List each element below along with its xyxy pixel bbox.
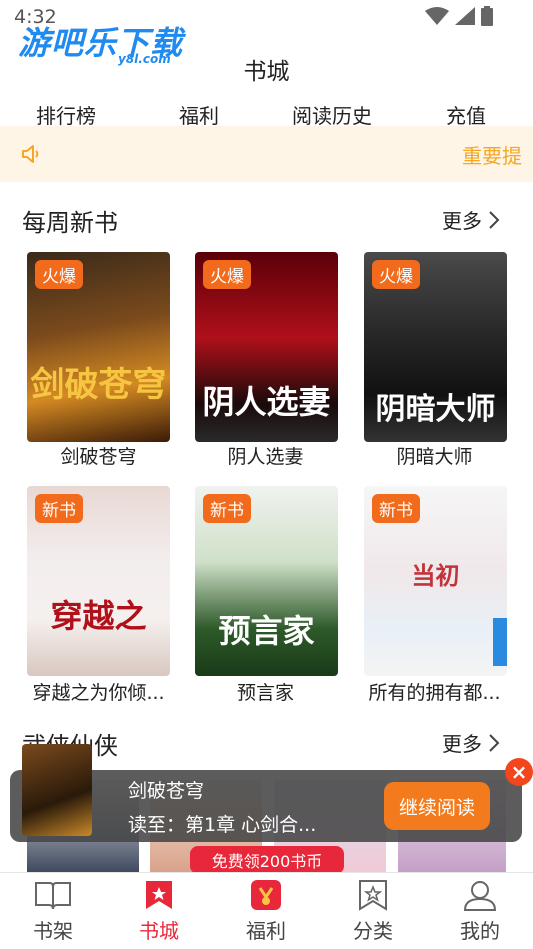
- battery-icon: [481, 6, 493, 26]
- nav-welfare[interactable]: 福利: [179, 100, 219, 129]
- tab-mine[interactable]: 我的: [427, 873, 533, 949]
- book-cover[interactable]: 火爆 剑破苍穹: [27, 252, 170, 442]
- new-badge: 新书: [203, 494, 251, 523]
- tab-bookshelf[interactable]: 书架: [0, 873, 106, 949]
- new-badge: 新书: [35, 494, 83, 523]
- book-cover[interactable]: 新书 穿越之: [27, 486, 170, 676]
- more-weekly-button[interactable]: 更多: [442, 205, 500, 234]
- book-title[interactable]: 阴人选妻: [183, 442, 348, 469]
- tab-welfare[interactable]: 福利: [213, 873, 319, 949]
- cover-title: 预言家: [218, 612, 315, 650]
- book-cover[interactable]: 新书 当初: [364, 486, 507, 676]
- status-icons: [425, 6, 493, 26]
- book-cover[interactable]: 火爆 阴人选妻: [195, 252, 338, 442]
- continue-book-title: 剑破苍穹: [128, 780, 205, 802]
- page-title: 书城: [243, 59, 290, 85]
- section-title-weekly: 每周新书: [22, 209, 118, 237]
- wifi-icon: [425, 7, 449, 25]
- cover-title: 当初: [411, 562, 460, 590]
- book-cover[interactable]: 新书 预言家: [195, 486, 338, 676]
- bottom-tab-bar: 书架 书城 福利 分类 我的: [0, 872, 533, 948]
- book-title[interactable]: 剑破苍穹: [16, 442, 181, 469]
- close-overlay-button[interactable]: ×: [505, 758, 533, 786]
- tab-label: 福利: [246, 919, 286, 943]
- cover-title: 穿越之: [50, 597, 147, 635]
- hot-badge: 火爆: [35, 260, 83, 289]
- tab-label: 书城: [139, 919, 179, 943]
- chevron-right-icon: [489, 733, 500, 752]
- book-title[interactable]: 穿越之为你倾...: [16, 678, 181, 705]
- speaker-icon: [22, 145, 39, 163]
- more-label: 更多: [442, 732, 482, 756]
- tab-label: 书架: [33, 919, 73, 943]
- more-label: 更多: [442, 209, 482, 233]
- bookmark-star-icon: [146, 881, 172, 909]
- book-title[interactable]: 所有的拥有都...: [352, 678, 517, 705]
- continue-progress: 读至：第1章 心剑合...: [128, 814, 317, 836]
- cover-title: 阴暗大师: [375, 392, 496, 427]
- top-nav: 排行榜 福利 阅读历史 充值: [0, 100, 533, 128]
- category-icon: [359, 880, 387, 911]
- chevron-right-icon: [489, 210, 500, 229]
- book-title[interactable]: 阴暗大师: [352, 442, 517, 469]
- tab-label: 我的: [460, 919, 500, 943]
- cover-decoration: [493, 618, 507, 666]
- book-open-icon: [35, 882, 71, 910]
- nav-recharge[interactable]: 充值: [446, 100, 486, 129]
- tab-bookstore[interactable]: 书城: [106, 873, 212, 949]
- book-cover[interactable]: 火爆 阴暗大师: [364, 252, 507, 442]
- free-coins-button[interactable]: 免费领200书币: [190, 846, 344, 874]
- signal-icon: [455, 7, 475, 25]
- user-icon: [463, 881, 497, 911]
- continue-cover[interactable]: [22, 744, 92, 836]
- nav-history[interactable]: 阅读历史: [292, 100, 372, 129]
- cover-title: 阴人选妻: [202, 383, 331, 421]
- notice-text: 重要提: [462, 144, 522, 168]
- more-wuxia-button[interactable]: 更多: [442, 728, 500, 757]
- hot-badge: 火爆: [203, 260, 251, 289]
- hot-badge: 火爆: [372, 260, 420, 289]
- tab-label: 分类: [353, 919, 393, 943]
- tab-category[interactable]: 分类: [320, 873, 426, 949]
- continue-reading-button[interactable]: 继续阅读: [384, 782, 490, 830]
- nav-ranking[interactable]: 排行榜: [36, 100, 96, 129]
- notice-bar[interactable]: 重要提: [0, 126, 533, 182]
- gift-icon: [251, 880, 281, 910]
- book-title[interactable]: 预言家: [183, 678, 348, 705]
- new-badge: 新书: [372, 494, 420, 523]
- cover-title: 剑破苍穹: [30, 365, 167, 405]
